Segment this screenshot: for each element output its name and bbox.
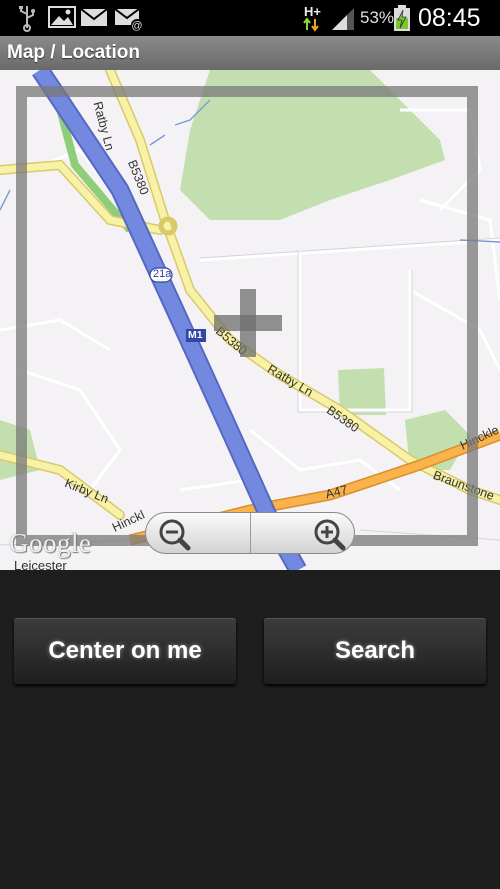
map-view[interactable]: Ratby Ln B5380 21a M1 B5380 Ratby Ln B53… [0,70,500,570]
network-hplus-icon: H+ [303,4,321,32]
gallery-icon [48,6,76,28]
zoom-out-button[interactable] [146,513,250,553]
center-on-me-button[interactable]: Center on me [14,618,236,684]
clock: 08:45 [418,4,481,32]
page-title: Map / Location [7,42,140,63]
svg-text:@: @ [131,20,142,32]
zoom-control [145,512,355,554]
usb-icon [19,6,35,32]
status-bar: @ H+ 53% 08:45 [0,0,500,36]
map-label: Leicester [14,558,67,570]
zoom-in-icon [314,519,346,551]
stream-line [0,189,11,211]
zoom-out-icon [159,519,191,551]
title-bar: Map / Location [0,36,500,70]
search-button[interactable]: Search [264,618,486,684]
battery-charging-icon [394,5,410,31]
email-icon [80,8,108,26]
zoom-in-button[interactable] [250,513,355,553]
action-panel: Center on me Search [0,570,500,889]
signal-icon [332,8,354,30]
network-type-label: H+ [304,4,321,19]
email-at-icon: @ [114,8,143,32]
google-logo: Google [9,528,92,558]
battery-percent: 53% [360,8,395,27]
crosshair-icon [214,289,282,357]
